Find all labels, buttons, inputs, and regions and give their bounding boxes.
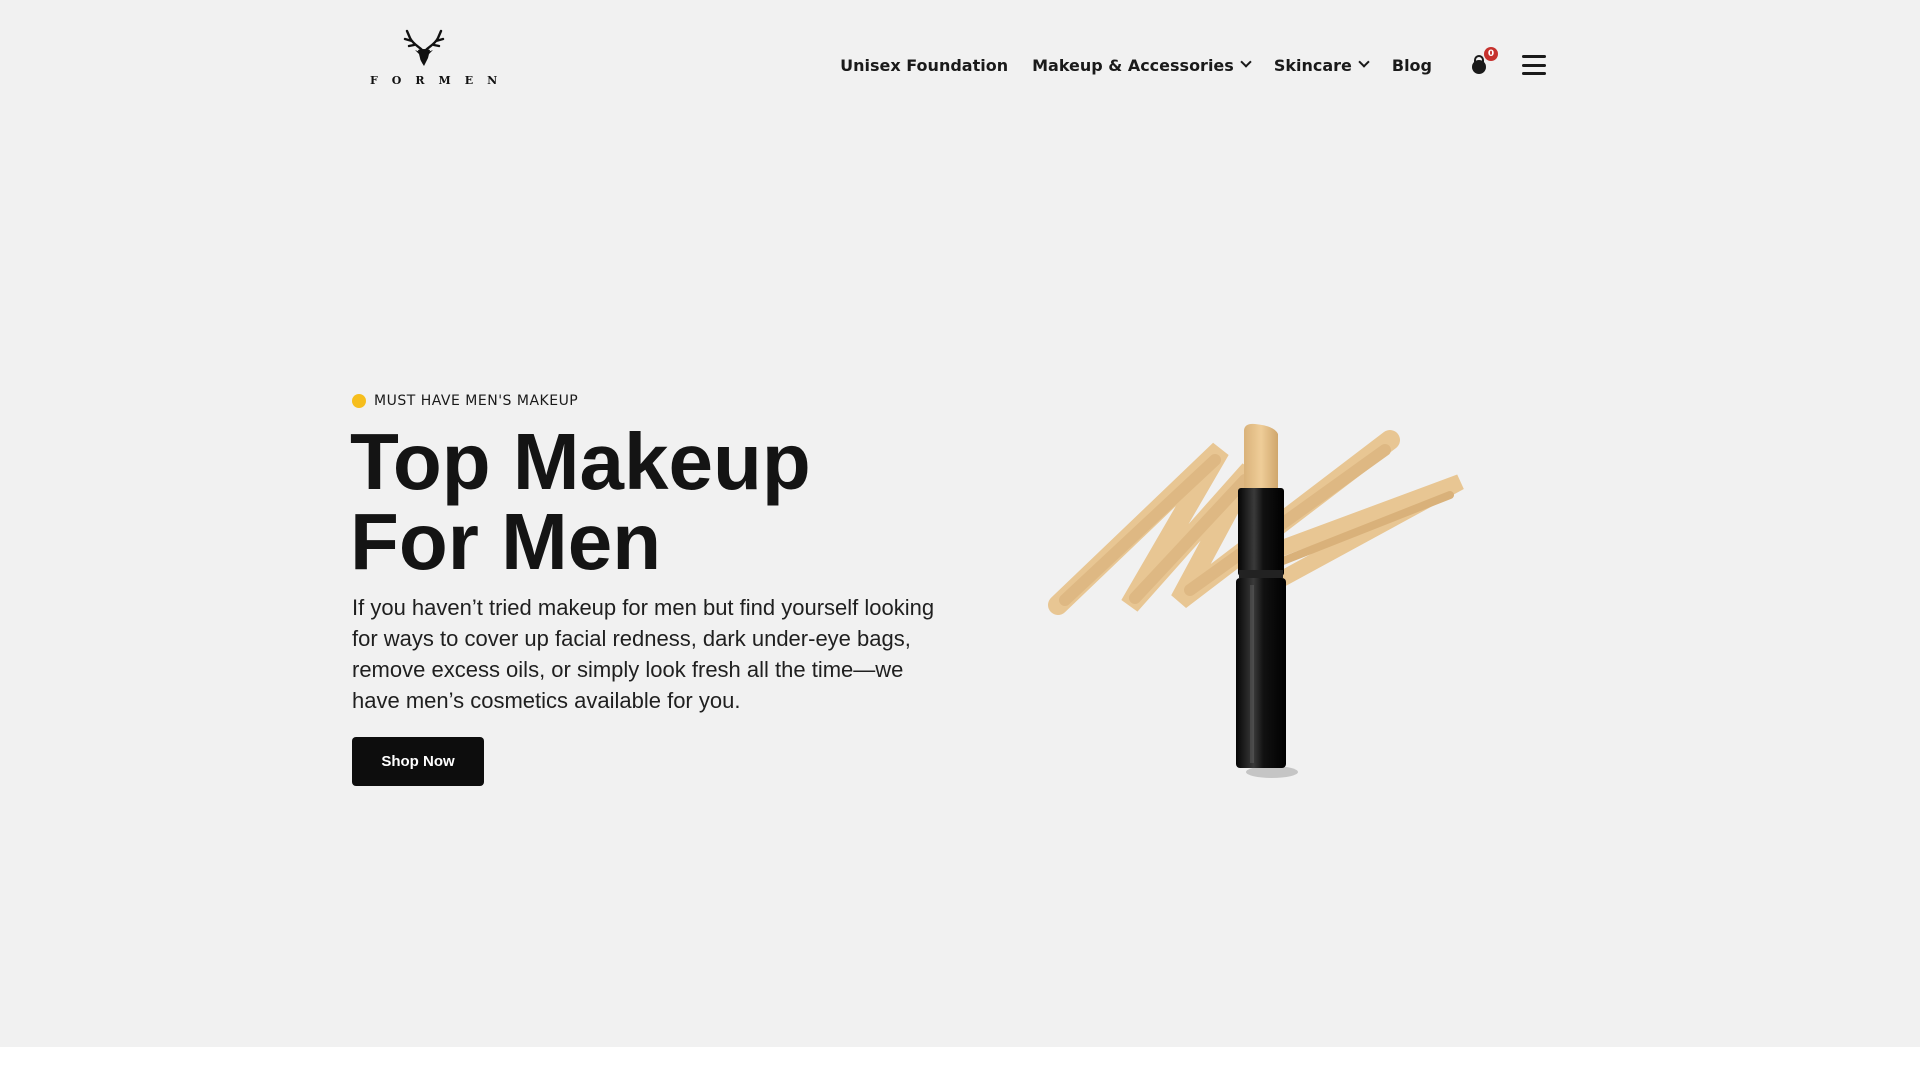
hero-background (0, 0, 1920, 1047)
eyebrow-text: MUST HAVE MEN'S MAKEUP (374, 393, 579, 409)
main-nav: Unisex Foundation Makeup & Accessories S… (840, 47, 1546, 80)
hamburger-menu-button[interactable] (1522, 54, 1546, 76)
deer-antlers-icon (403, 29, 445, 66)
chevron-down-icon (1358, 56, 1370, 68)
brand-logo[interactable]: FORMEN (360, 28, 512, 96)
hamburger-menu-icon (1522, 55, 1546, 58)
nav-item-makeup-accessories[interactable]: Makeup & Accessories (1032, 55, 1252, 75)
nav-item-label: Unisex Foundation (840, 55, 1009, 75)
page: FORMEN Unisex Foundation Makeup & Access… (0, 0, 1920, 1080)
nav-item-skincare[interactable]: Skincare (1273, 55, 1370, 75)
nav-item-label: Blog (1391, 55, 1432, 75)
nav-item-label: Makeup & Accessories (1032, 55, 1234, 75)
shop-now-button[interactable]: Shop Now (352, 737, 484, 786)
hero-eyebrow: MUST HAVE MEN'S MAKEUP (352, 393, 578, 409)
cart-button[interactable]: 0 (1468, 47, 1498, 76)
hero-title-line-2: For Men (350, 497, 662, 586)
chevron-down-icon (1240, 56, 1252, 68)
brand-wordmark: FORMEN (370, 74, 512, 87)
hero-title-line-1: Top Makeup (350, 417, 811, 506)
nav-item-label: Skincare (1273, 55, 1352, 75)
hero-title: Top Makeup For Men (350, 422, 811, 582)
accent-dot-icon (352, 394, 366, 408)
nav-item-unisex-foundation[interactable]: Unisex Foundation (840, 56, 1008, 75)
product-image (1048, 423, 1464, 778)
cart-count-badge: 0 (1484, 47, 1498, 61)
hero-description: If you haven’t tried makeup for men but … (352, 595, 935, 713)
nav-item-blog[interactable]: Blog (1392, 56, 1432, 75)
